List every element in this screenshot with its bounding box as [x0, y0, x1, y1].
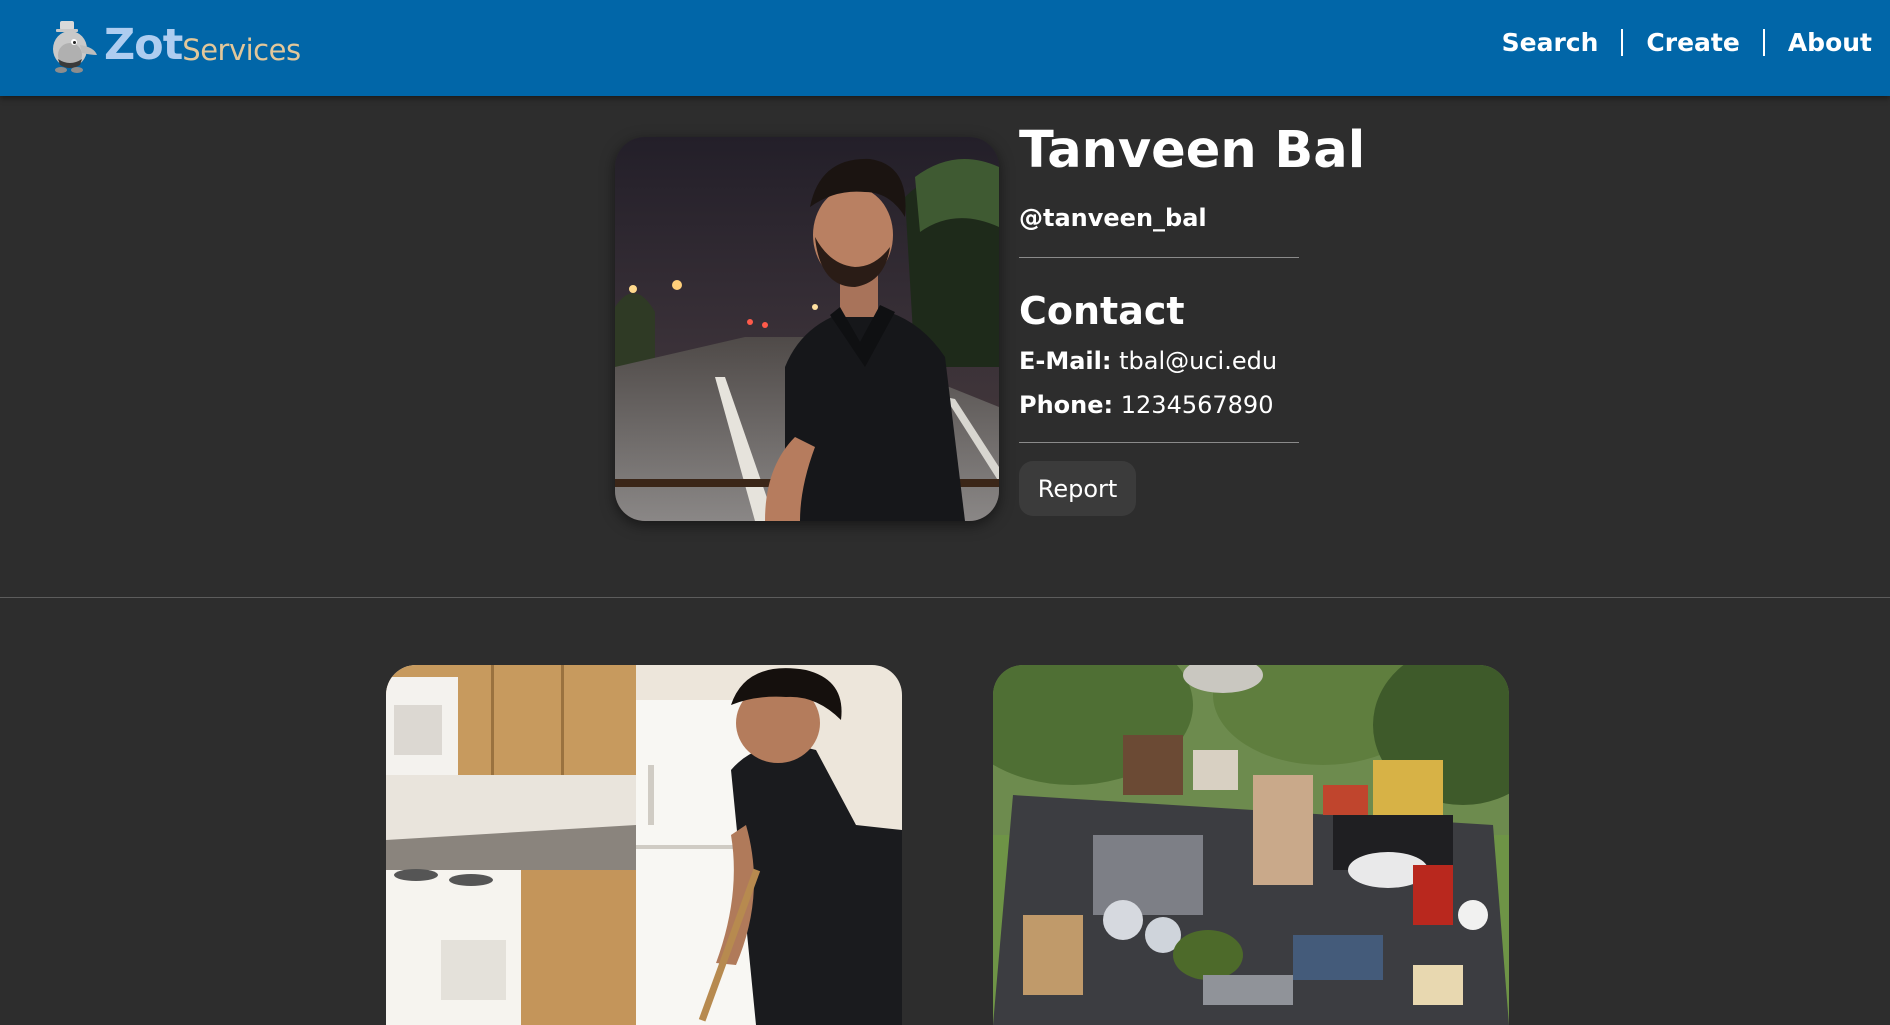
contact-heading: Contact [1019, 289, 1185, 333]
phone-value: 1234567890 [1120, 391, 1274, 419]
nav-separator [1762, 29, 1765, 56]
email-value: tbal@uci.edu [1119, 347, 1278, 375]
section-divider [0, 597, 1890, 598]
profile-name: Tanveen Bal [1019, 121, 1366, 180]
top-navbar: Zot Services Search Create About [0, 0, 1890, 96]
divider [1019, 257, 1299, 258]
nav-separator [1621, 29, 1624, 56]
main-nav: Search Create About [1502, 28, 1872, 57]
listing-card[interactable] [386, 665, 902, 1025]
listing-image [993, 665, 1509, 1025]
contact-phone: Phone: 1234567890 [1019, 390, 1299, 420]
divider [1019, 442, 1299, 443]
listing-image [386, 665, 902, 1025]
nav-search-link[interactable]: Search [1502, 28, 1599, 57]
email-label: E-Mail: [1019, 347, 1112, 375]
profile-photo [615, 137, 999, 521]
phone-label: Phone: [1019, 391, 1114, 419]
brand-logo-link[interactable]: Zot Services [46, 14, 301, 76]
brand-name-secondary: Services [182, 33, 301, 67]
nav-create-link[interactable]: Create [1646, 28, 1739, 57]
profile-info: Tanveen Bal @tanveen_bal Contact E-Mail:… [1019, 119, 1366, 516]
listing-card[interactable] [993, 665, 1509, 1025]
nav-about-link[interactable]: About [1788, 28, 1872, 57]
contact-email: E-Mail: tbal@uci.edu [1019, 346, 1299, 376]
anteater-mascot-icon [53, 21, 97, 73]
brand-name-primary: Zot [104, 20, 183, 70]
report-button[interactable]: Report [1019, 461, 1136, 516]
profile-username: @tanveen_bal [1019, 204, 1207, 232]
